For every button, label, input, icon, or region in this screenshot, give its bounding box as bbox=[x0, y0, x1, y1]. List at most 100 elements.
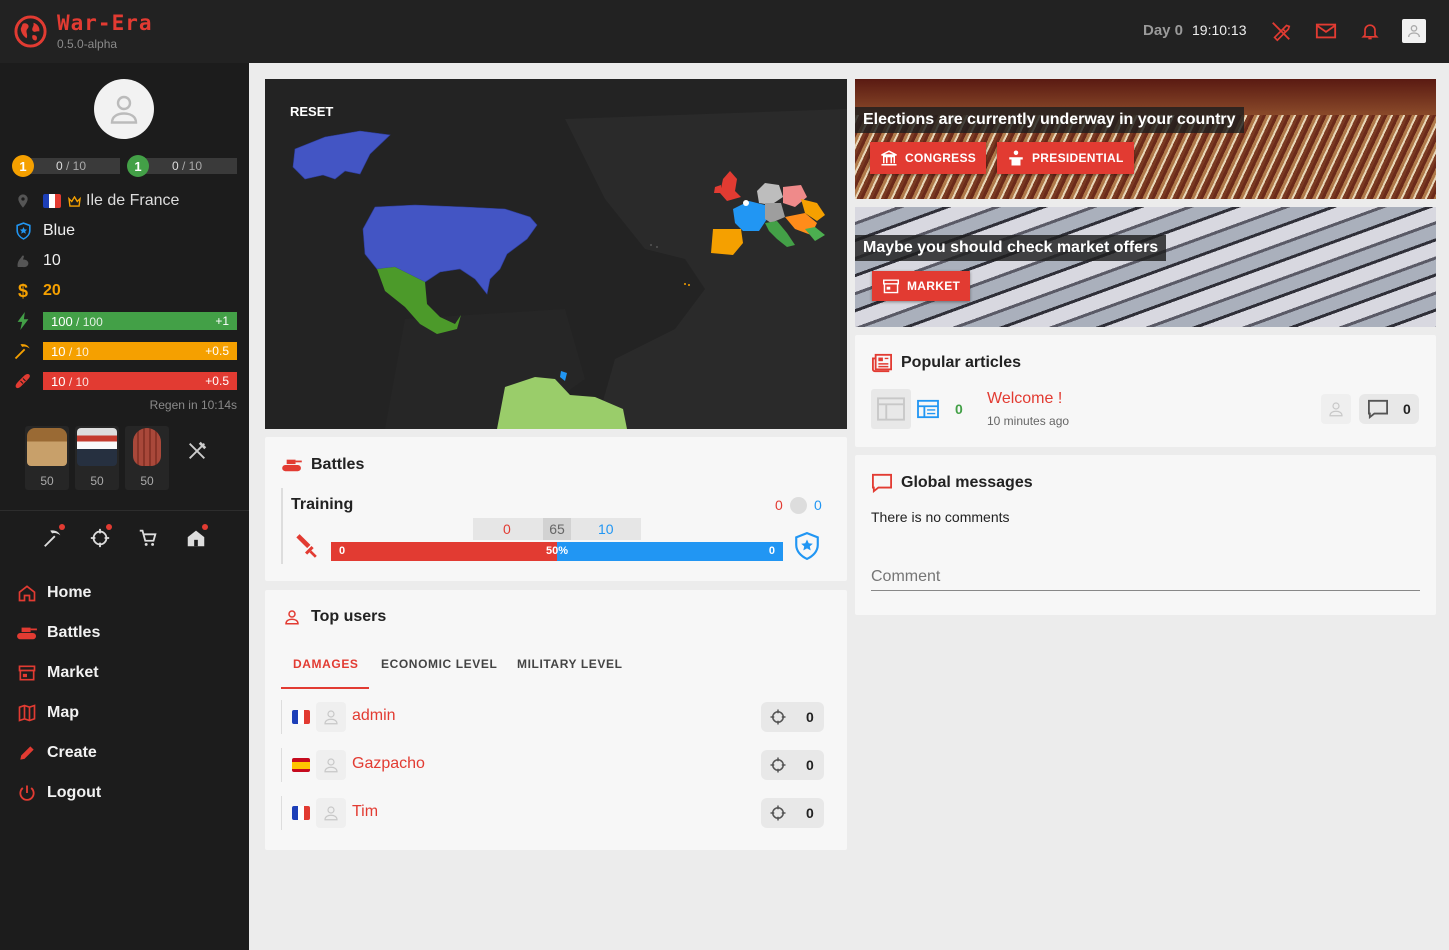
nav-home[interactable]: Home bbox=[16, 579, 236, 607]
quick-work-button[interactable] bbox=[39, 524, 67, 552]
work-regen: +0.5 bbox=[205, 344, 229, 358]
article-placeholder-icon bbox=[877, 397, 905, 421]
bell-icon bbox=[1361, 24, 1379, 40]
app-name: War-Era bbox=[57, 11, 153, 35]
battle-stat-middle: 65 bbox=[543, 518, 571, 540]
battle-left-rule bbox=[281, 488, 283, 564]
top-user-row[interactable]: Tim 0 bbox=[281, 796, 824, 830]
battle-score-attacker: 0 bbox=[775, 497, 783, 513]
crosshair-icon bbox=[768, 803, 788, 823]
battle-name[interactable]: Training bbox=[291, 496, 353, 514]
power-icon bbox=[16, 782, 38, 804]
user-name-link[interactable]: Gazpacho bbox=[352, 755, 425, 773]
nav-create-label: Create bbox=[47, 744, 97, 761]
tab-economic-level[interactable]: ECONOMIC LEVEL bbox=[381, 657, 497, 671]
health-bar: 100 / 100 +1 bbox=[43, 312, 237, 330]
article-author-avatar[interactable] bbox=[1321, 394, 1351, 424]
nav-logout[interactable]: Logout bbox=[16, 779, 236, 807]
quick-market-button[interactable] bbox=[134, 524, 162, 552]
nav-battles[interactable]: Battles bbox=[16, 619, 236, 647]
lightning-icon bbox=[12, 312, 34, 330]
world-map[interactable]: RESET bbox=[265, 79, 847, 429]
region-row[interactable]: Ile de France bbox=[12, 190, 237, 212]
nav-market[interactable]: Market bbox=[16, 659, 236, 687]
account-avatar[interactable] bbox=[1402, 19, 1426, 43]
no-comments-text: There is no comments bbox=[871, 509, 1010, 525]
article-title-link[interactable]: Welcome ! bbox=[987, 390, 1062, 408]
food-bread[interactable]: 50 bbox=[25, 426, 69, 490]
battle-bar-right: 0 bbox=[768, 545, 775, 557]
battles-title[interactable]: Battles bbox=[281, 454, 364, 476]
region-name: Ile de France bbox=[86, 192, 180, 209]
economic-xp-bar: 0 / 10 bbox=[22, 158, 120, 174]
military-xp-bar: 0 / 10 bbox=[137, 158, 237, 174]
military-xp-current: 0 bbox=[171, 159, 179, 173]
user-name-link[interactable]: Tim bbox=[352, 803, 378, 821]
top-users-title-text: Top users bbox=[311, 608, 387, 625]
nav-create[interactable]: Create bbox=[16, 739, 236, 767]
hunger-current: 10 bbox=[51, 373, 66, 389]
food-steak[interactable]: 50 bbox=[125, 426, 169, 490]
pencil-icon bbox=[16, 742, 38, 764]
fork-knife-icon[interactable] bbox=[186, 440, 208, 467]
top-users-title: Top users bbox=[281, 606, 386, 628]
battle-progress-bar[interactable]: 0 50% 0 bbox=[331, 542, 783, 561]
crown-icon bbox=[68, 195, 81, 207]
party-row[interactable]: Blue bbox=[12, 220, 237, 242]
work-current: 10 bbox=[51, 343, 66, 359]
muscle-icon bbox=[12, 250, 34, 272]
user-damage-value: 0 bbox=[806, 709, 814, 725]
profile-avatar[interactable] bbox=[94, 79, 154, 139]
presidential-button[interactable]: PRESIDENTIAL bbox=[997, 142, 1134, 174]
money-value: 20 bbox=[43, 282, 61, 299]
article-thumbnail[interactable] bbox=[871, 389, 911, 429]
food-sushi[interactable]: 50 bbox=[75, 426, 119, 490]
brand[interactable]: War-Era 0.5.0-alpha bbox=[0, 0, 249, 63]
military-level[interactable]: 1 0 / 10 bbox=[127, 155, 237, 177]
elections-banner: Elections are currently underway in your… bbox=[855, 79, 1436, 199]
notification-dot bbox=[106, 524, 112, 530]
messages-button[interactable] bbox=[1314, 19, 1338, 43]
user-icon bbox=[1329, 402, 1343, 417]
economic-level[interactable]: 1 0 / 10 bbox=[12, 155, 120, 177]
quick-fight-button[interactable] bbox=[86, 524, 114, 552]
bread-icon bbox=[27, 428, 67, 466]
pickaxe-quick-icon bbox=[44, 530, 61, 547]
steak-icon bbox=[133, 428, 161, 466]
congress-button[interactable]: CONGRESS bbox=[870, 142, 987, 174]
notifications-button[interactable] bbox=[1358, 19, 1382, 43]
work-bar-row: 10 / 10 +0.5 bbox=[12, 342, 237, 360]
comment-input[interactable] bbox=[871, 563, 1420, 591]
no-bombs-button[interactable] bbox=[1269, 19, 1293, 43]
money-row: $ 20 bbox=[12, 280, 237, 302]
market-button[interactable]: MARKET bbox=[872, 271, 971, 301]
user-icon bbox=[324, 806, 338, 821]
comment-icon bbox=[1368, 399, 1388, 419]
user-damage-badge: 0 bbox=[761, 750, 824, 780]
user-avatar bbox=[316, 798, 346, 828]
tab-damages[interactable]: DAMAGES bbox=[293, 657, 359, 671]
article-comments-badge[interactable]: 0 bbox=[1359, 394, 1419, 424]
nav-map[interactable]: Map bbox=[16, 699, 236, 727]
article-type-icon bbox=[917, 399, 939, 419]
france-flag-icon bbox=[43, 194, 61, 208]
top-user-row[interactable]: admin 0 bbox=[281, 700, 824, 734]
article-time: 10 minutes ago bbox=[987, 414, 1070, 428]
user-name-link[interactable]: admin bbox=[352, 707, 396, 725]
nav-home-label: Home bbox=[47, 584, 92, 601]
military-level-badge: 1 bbox=[127, 155, 149, 177]
battle-score-separator bbox=[790, 497, 807, 514]
congress-button-label: CONGRESS bbox=[905, 151, 977, 165]
tab-military-level[interactable]: MILITARY LEVEL bbox=[517, 657, 623, 671]
military-xp-max: / 10 bbox=[182, 159, 203, 173]
top-user-row[interactable]: Gazpacho 0 bbox=[281, 748, 824, 782]
user-avatar bbox=[316, 750, 346, 780]
hunger-max: / 10 bbox=[68, 374, 89, 389]
work-bar: 10 / 10 +0.5 bbox=[43, 342, 237, 360]
active-tab-indicator bbox=[281, 687, 369, 689]
user-avatar bbox=[316, 702, 346, 732]
map-reset-button[interactable]: RESET bbox=[290, 104, 333, 119]
economic-xp-current: 0 bbox=[55, 159, 63, 173]
quick-house-button[interactable] bbox=[182, 524, 210, 552]
global-messages-title: Global messages bbox=[871, 472, 1033, 494]
